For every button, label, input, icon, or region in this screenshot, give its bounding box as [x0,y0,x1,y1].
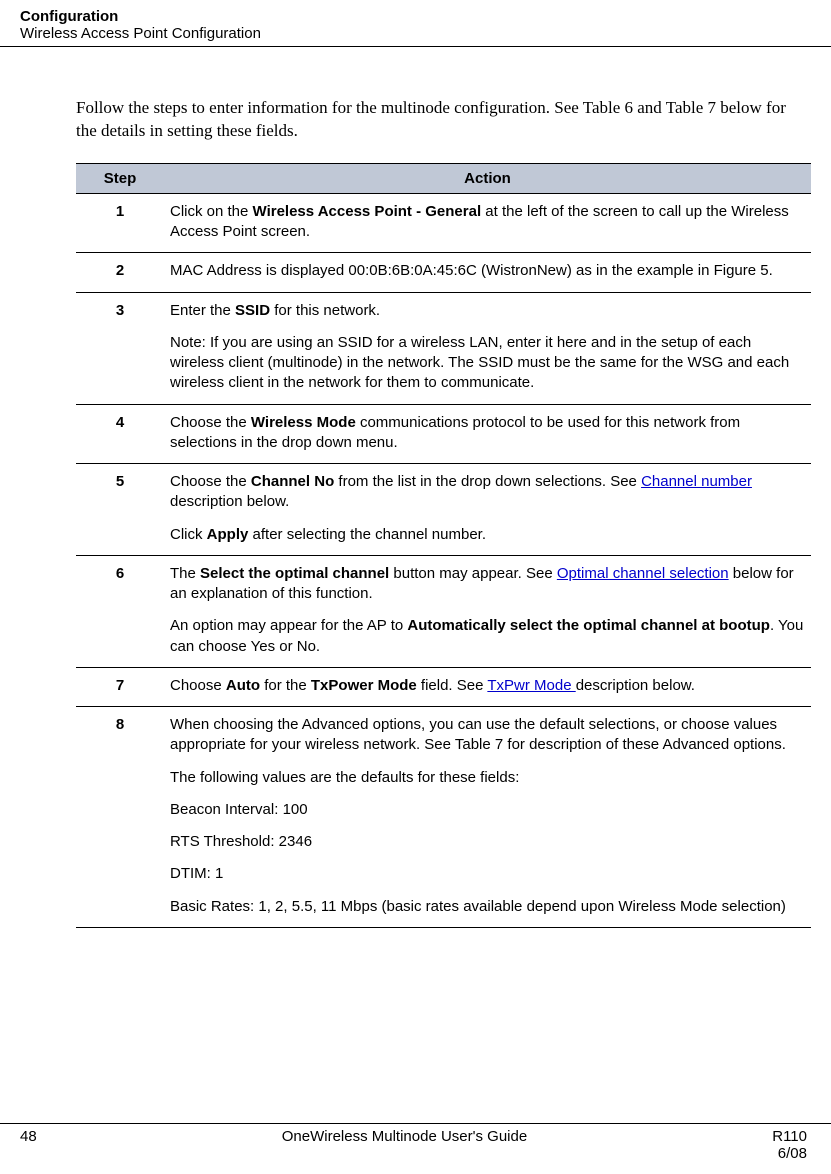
col-header-step: Step [76,163,164,193]
text: RTS Threshold: 2346 [170,832,805,852]
step-action: Choose Auto for the TxPower Mode field. … [164,667,811,706]
step-action: The Select the optimal channel button ma… [164,555,811,667]
bold-text: TxPower Mode [311,677,417,694]
steps-table: Step Action 1 Click on the Wireless Acce… [76,163,811,928]
table-row: 8 When choosing the Advanced options, yo… [76,707,811,928]
step-number: 2 [76,253,164,292]
step-number: 8 [76,707,164,928]
step-number: 5 [76,464,164,556]
text: Enter the [170,302,235,319]
text: field. See [417,677,488,694]
text: An option may appear for the AP to [170,617,407,634]
footer-page-number: 48 [20,1128,37,1145]
bold-text: Auto [226,677,260,694]
step-action: Choose the Channel No from the list in t… [164,464,811,556]
step-action: Click on the Wireless Access Point - Gen… [164,193,811,253]
text: description below. [170,493,289,510]
text: The following values are the defaults fo… [170,768,805,788]
header-title: Configuration [20,8,811,25]
page-footer: 48 OneWireless Multinode User's Guide R1… [0,1123,831,1162]
bold-text: Apply [207,526,249,543]
link-txpwr-mode[interactable]: TxPwr Mode [487,677,575,694]
table-row: 3 Enter the SSID for this network. Note:… [76,292,811,404]
text: The [170,565,200,582]
link-optimal-channel[interactable]: Optimal channel selection [557,565,729,582]
text: Choose [170,677,226,694]
text: DTIM: 1 [170,864,805,884]
table-row: 1 Click on the Wireless Access Point - G… [76,193,811,253]
text: Note: If you are using an SSID for a wir… [170,333,805,394]
table-row: 2 MAC Address is displayed 00:0B:6B:0A:4… [76,253,811,292]
footer-version: R110 [772,1128,807,1145]
text: from the list in the drop down selection… [334,473,641,490]
text: after selecting the channel number. [248,526,486,543]
step-action: Enter the SSID for this network. Note: I… [164,292,811,404]
step-number: 6 [76,555,164,667]
table-row: 4 Choose the Wireless Mode communication… [76,404,811,464]
text: When choosing the Advanced options, you … [170,715,805,756]
bold-text: Wireless Mode [251,414,356,431]
step-number: 7 [76,667,164,706]
text: for the [260,677,311,694]
text: description below. [576,677,695,694]
step-number: 4 [76,404,164,464]
step-action: MAC Address is displayed 00:0B:6B:0A:45:… [164,253,811,292]
text: Basic Rates: 1, 2, 5.5, 11 Mbps (basic r… [170,897,805,917]
bold-text: Automatically select the optimal channel… [407,617,770,634]
text: Choose the [170,473,251,490]
intro-paragraph: Follow the steps to enter information fo… [76,97,811,143]
text: for this network. [270,302,380,319]
bold-text: Channel No [251,473,334,490]
step-action: When choosing the Advanced options, you … [164,707,811,928]
link-channel-number[interactable]: Channel number [641,473,752,490]
page-header: Configuration Wireless Access Point Conf… [0,0,831,47]
col-header-action: Action [164,163,811,193]
footer-date: 6/08 [772,1145,807,1162]
text: Choose the [170,414,251,431]
table-row: 6 The Select the optimal channel button … [76,555,811,667]
content-area: Follow the steps to enter information fo… [0,47,831,928]
text: Click on the [170,203,253,220]
text: Click [170,526,207,543]
table-row: 7 Choose Auto for the TxPower Mode field… [76,667,811,706]
text: button may appear. See [389,565,557,582]
text: MAC Address is displayed 00:0B:6B:0A:45:… [170,261,805,281]
step-action: Choose the Wireless Mode communications … [164,404,811,464]
bold-text: Wireless Access Point - General [253,203,482,220]
footer-right: R110 6/08 [772,1128,807,1162]
table-row: 5 Choose the Channel No from the list in… [76,464,811,556]
footer-center: OneWireless Multinode User's Guide [282,1128,527,1145]
step-number: 1 [76,193,164,253]
text: Beacon Interval: 100 [170,800,805,820]
bold-text: SSID [235,302,270,319]
step-number: 3 [76,292,164,404]
bold-text: Select the optimal channel [200,565,389,582]
header-subtitle: Wireless Access Point Configuration [20,25,811,42]
